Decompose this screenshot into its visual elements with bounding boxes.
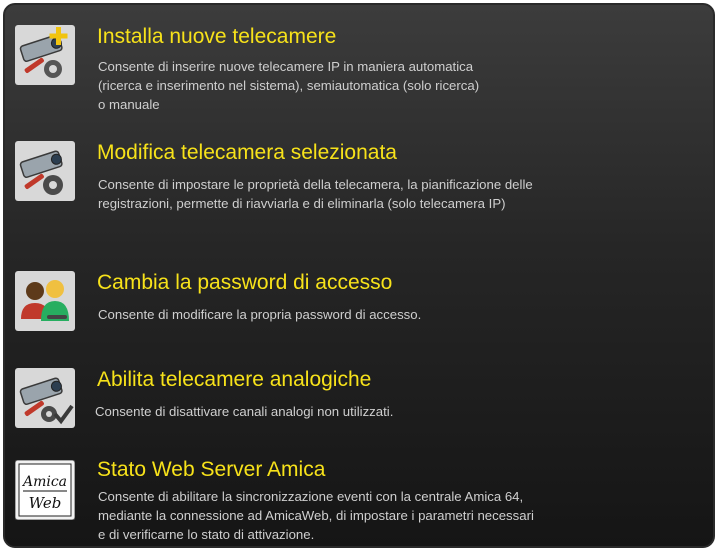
enable-analog-cameras-option[interactable]: Abilita telecamere analogiche Consente d… — [5, 368, 713, 434]
option-description: Consente di inserire nuove telecamere IP… — [98, 57, 479, 114]
option-description: Consente di modificare la propria passwo… — [98, 305, 421, 324]
description-line: Consente di disattivare canali analogi n… — [95, 404, 394, 419]
description-line: Consente di abilitare la sincronizzazion… — [98, 489, 524, 504]
camera-check-icon — [15, 368, 75, 428]
logo-text-web: Web — [29, 494, 62, 512]
camera-add-icon — [15, 25, 75, 85]
option-title: Modifica telecamera selezionata — [97, 141, 397, 164]
description-line: Consente di inserire nuove telecamere IP… — [98, 59, 474, 74]
users-password-icon — [15, 271, 75, 331]
option-title: Cambia la password di accesso — [97, 271, 393, 294]
option-title: Stato Web Server Amica — [97, 458, 326, 481]
web-server-status-option[interactable]: Amica Web Stato Web Server Amica Consent… — [5, 458, 713, 546]
option-description: Consente di disattivare canali analogi n… — [95, 402, 393, 421]
logo-text-amica: Amica — [21, 474, 67, 490]
description-line: Consente di impostare le proprietà della… — [98, 177, 533, 192]
change-password-option[interactable]: Cambia la password di accesso Consente d… — [5, 271, 713, 341]
amica-web-logo-icon: Amica Web — [15, 460, 75, 520]
description-line: (ricerca e inserimento nel sistema), sem… — [98, 78, 480, 93]
option-title: Abilita telecamere analogiche — [97, 368, 372, 391]
edit-camera-option[interactable]: Modifica telecamera selezionata Consente… — [5, 141, 713, 221]
option-description: Consente di abilitare la sincronizzazion… — [98, 487, 534, 544]
description-line: registrazioni, permette di riavviarla e … — [98, 196, 506, 211]
options-panel: Installa nuove telecamere Consente di in… — [3, 3, 715, 548]
description-line: Consente di modificare la propria passwo… — [98, 307, 422, 322]
camera-settings-icon — [15, 141, 75, 201]
option-description: Consente di impostare le proprietà della… — [98, 175, 533, 213]
description-line: mediante la connessione ad AmicaWeb, di … — [98, 508, 534, 523]
install-cameras-option[interactable]: Installa nuove telecamere Consente di in… — [5, 25, 713, 121]
option-title: Installa nuove telecamere — [97, 25, 337, 48]
description-line: o manuale — [98, 97, 160, 112]
description-line: e di verificarne lo stato di attivazione… — [98, 527, 315, 542]
